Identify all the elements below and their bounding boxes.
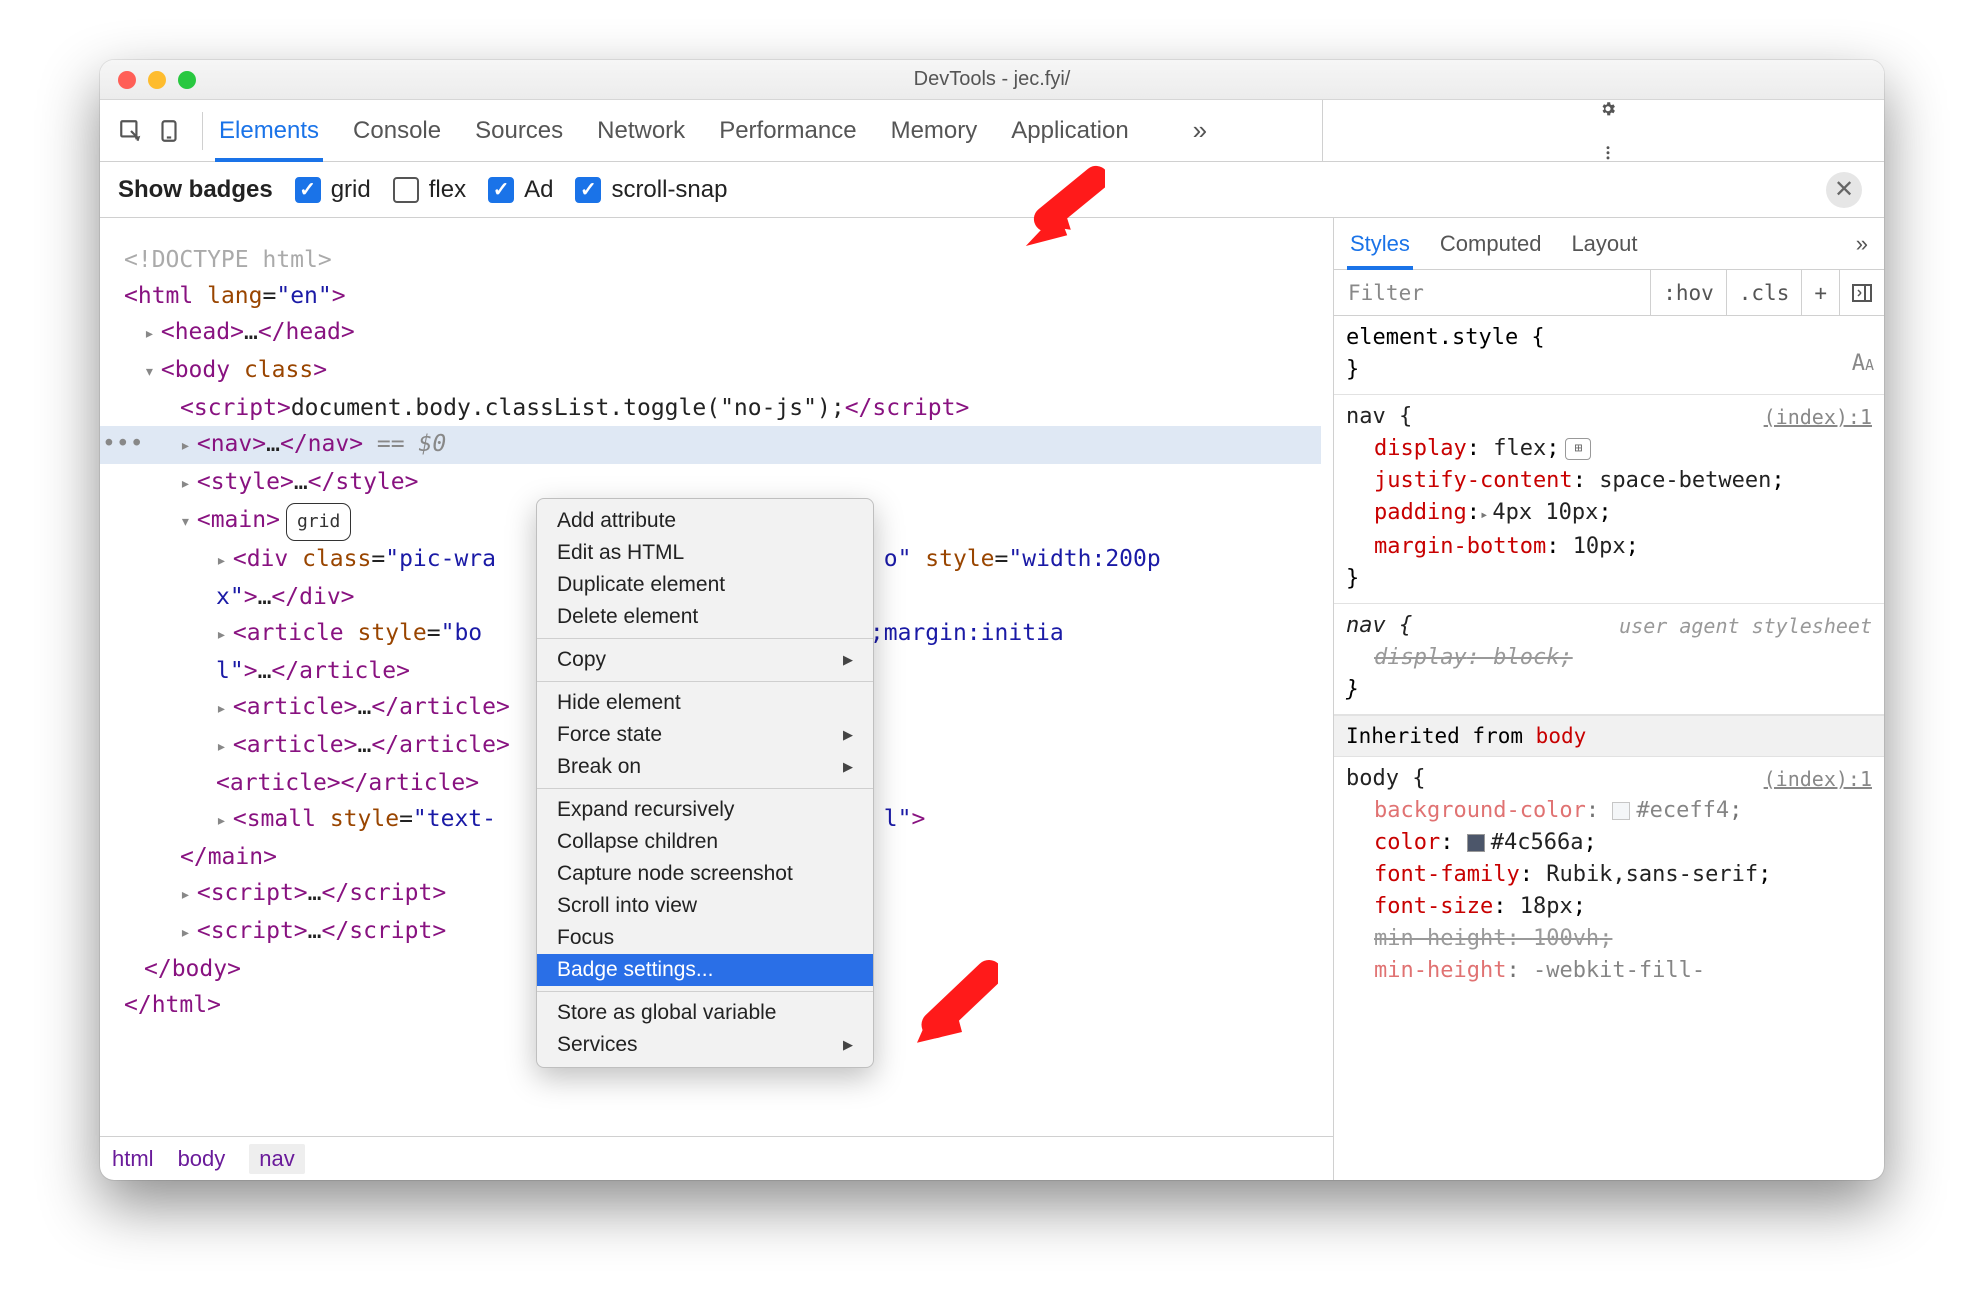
badges-label: Show badges <box>118 176 273 204</box>
mi-scroll-into-view[interactable]: Scroll into view <box>537 890 873 922</box>
badges-bar: Show badges grid flex Ad scroll-snap ✕ <box>100 162 1884 218</box>
tab-elements[interactable]: Elements <box>219 100 319 161</box>
annotation-arrow-top <box>1015 165 1105 255</box>
checkbox-flex[interactable] <box>393 177 419 203</box>
mi-badge-settings[interactable]: Badge settings... <box>537 954 873 986</box>
mi-expand[interactable]: Expand recursively <box>537 794 873 826</box>
tab-memory[interactable]: Memory <box>891 100 978 161</box>
checkbox-grid-label: grid <box>331 176 371 204</box>
font-size-icon[interactable]: AA <box>1852 348 1874 381</box>
selected-nav-node[interactable]: •••<nav>…</nav> == $0 <box>100 426 1321 464</box>
mi-collapse[interactable]: Collapse children <box>537 826 873 858</box>
doctype-line: <!DOCTYPE html> <box>124 242 1321 278</box>
breadcrumbs: html body nav <box>100 1136 1333 1180</box>
mi-store-global[interactable]: Store as global variable <box>537 997 873 1029</box>
tab-application[interactable]: Application <box>1011 100 1128 161</box>
element-style-close: } <box>1346 354 1872 386</box>
checkbox-ad-label: Ad <box>524 176 553 204</box>
checkbox-ad[interactable] <box>488 177 514 203</box>
mi-copy[interactable]: Copy <box>537 644 873 676</box>
crumb-html[interactable]: html <box>112 1146 154 1172</box>
styles-filter-input[interactable]: Filter <box>1334 270 1651 315</box>
checkbox-grid[interactable] <box>295 177 321 203</box>
panel-tabs: Elements Console Sources Network Perform… <box>219 100 1207 161</box>
rtab-styles[interactable]: Styles <box>1350 218 1410 269</box>
context-menu: Add attribute Edit as HTML Duplicate ele… <box>536 498 874 1068</box>
mi-edit-html[interactable]: Edit as HTML <box>537 537 873 569</box>
styles-pane: Styles Computed Layout » Filter :hov .cl… <box>1334 218 1884 1180</box>
checkbox-flex-label: flex <box>429 176 466 204</box>
settings-gear-icon[interactable] <box>1595 100 1621 118</box>
element-style-open: element.style { <box>1346 322 1872 354</box>
crumb-body[interactable]: body <box>178 1146 226 1172</box>
checkbox-scrollsnap[interactable] <box>575 177 601 203</box>
cls-toggle[interactable]: .cls <box>1727 270 1803 315</box>
tab-performance[interactable]: Performance <box>719 100 856 161</box>
inspect-icon[interactable] <box>112 112 150 150</box>
crumb-nav[interactable]: nav <box>249 1144 304 1174</box>
annotation-arrow-bottom <box>908 960 998 1050</box>
tab-sources[interactable]: Sources <box>475 100 563 161</box>
flex-editor-icon[interactable]: ⊞ <box>1565 438 1591 460</box>
mi-force-state[interactable]: Force state <box>537 719 873 751</box>
window-title: DevTools - jec.fyi/ <box>100 68 1884 91</box>
tab-console[interactable]: Console <box>353 100 441 161</box>
kebab-menu-icon[interactable] <box>1595 144 1621 162</box>
more-tabs-chevron-icon[interactable]: » <box>1193 115 1207 146</box>
mi-duplicate[interactable]: Duplicate element <box>537 569 873 601</box>
mi-services[interactable]: Services <box>537 1029 873 1061</box>
mi-break-on[interactable]: Break on <box>537 751 873 783</box>
mac-titlebar: DevTools - jec.fyi/ <box>100 60 1884 100</box>
mi-screenshot[interactable]: Capture node screenshot <box>537 858 873 890</box>
source-link[interactable]: (index):1 <box>1764 401 1872 433</box>
rtab-more-icon[interactable]: » <box>1856 231 1868 257</box>
device-toggle-icon[interactable] <box>150 112 188 150</box>
devtools-topbar: Elements Console Sources Network Perform… <box>100 100 1884 162</box>
mi-add-attribute[interactable]: Add attribute <box>537 505 873 537</box>
sidebar-toggle-icon[interactable] <box>1840 270 1884 315</box>
rtab-layout[interactable]: Layout <box>1571 218 1637 269</box>
styles-filter-row: Filter :hov .cls + <box>1334 270 1884 316</box>
styles-tabs: Styles Computed Layout » <box>1334 218 1884 270</box>
hov-toggle[interactable]: :hov <box>1651 270 1727 315</box>
close-badges-button[interactable]: ✕ <box>1826 172 1862 208</box>
tab-network[interactable]: Network <box>597 100 685 161</box>
grid-badge[interactable]: grid <box>286 503 351 541</box>
checkbox-scrollsnap-label: scroll-snap <box>611 176 727 204</box>
mi-hide[interactable]: Hide element <box>537 687 873 719</box>
rtab-computed[interactable]: Computed <box>1440 218 1542 269</box>
css-rules[interactable]: element.style { } AA nav {(index):1 disp… <box>1334 316 1884 1180</box>
new-rule-button[interactable]: + <box>1802 270 1840 315</box>
source-link-body[interactable]: (index):1 <box>1764 763 1872 795</box>
mi-focus[interactable]: Focus <box>537 922 873 954</box>
mi-delete[interactable]: Delete element <box>537 601 873 633</box>
